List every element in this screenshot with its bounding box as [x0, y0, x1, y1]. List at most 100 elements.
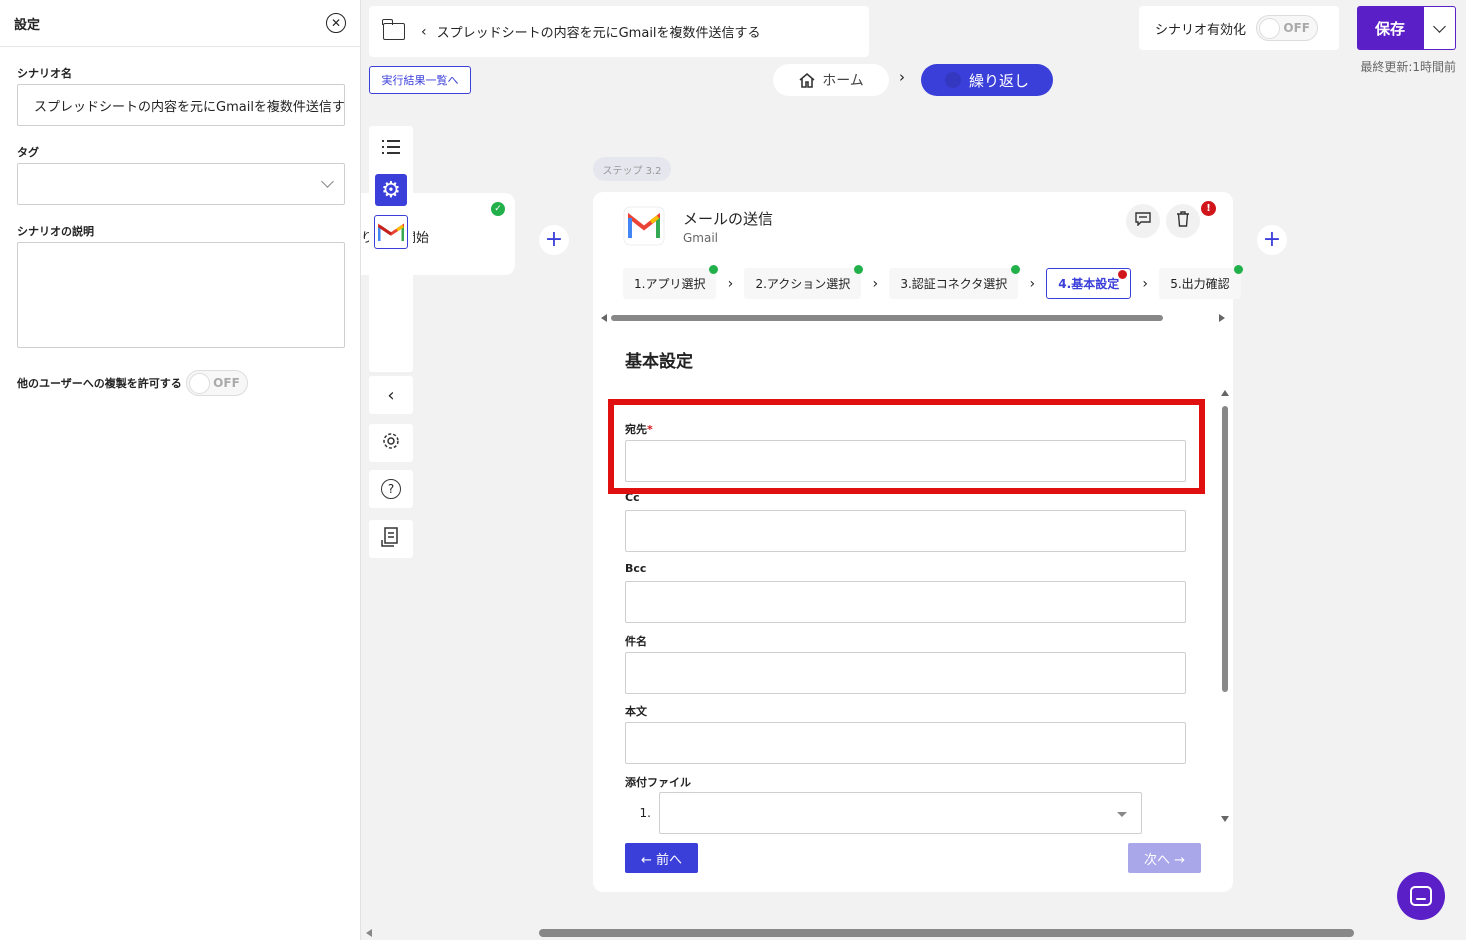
breadcrumb-current[interactable]: 繰り返し: [921, 64, 1053, 96]
collapse-button[interactable]: ‹: [369, 376, 413, 414]
tab-label: 3.認証コネクタ選択: [900, 277, 1008, 291]
gear-icon: [381, 431, 401, 455]
gear-button[interactable]: [369, 424, 413, 462]
breadcrumb-current-label: 繰り返し: [968, 71, 1029, 90]
chat-icon: [1410, 886, 1432, 906]
tab-action-select[interactable]: 2.アクション選択: [744, 265, 864, 299]
plus-icon: +: [544, 227, 564, 252]
breadcrumb-home[interactable]: ホーム: [773, 64, 889, 96]
chevron-down-icon: [321, 175, 334, 188]
scenario-enable-label: シナリオ有効化: [1155, 22, 1247, 38]
tab-label: 4.基本設定: [1058, 277, 1120, 291]
log-button[interactable]: [369, 520, 413, 558]
canvas-scrollbar[interactable]: [361, 926, 1466, 940]
scenario-name-input[interactable]: スプレッドシートの内容を元にGmailを複数件送信する: [17, 84, 345, 126]
allow-copy-row: 他のユーザーへの複製を許可する OFF: [17, 370, 248, 396]
scenario-enable-toggle[interactable]: OFF: [1256, 15, 1319, 41]
description-textarea[interactable]: [17, 242, 345, 348]
step-badge: ステップ 3.2: [593, 157, 671, 181]
step-card: メールの送信 Gmail ! 1.アプリ選択 › 2.アクション選択 › 3.認…: [593, 192, 1243, 892]
scroll-up-icon[interactable]: [1221, 390, 1229, 396]
back-chevron-icon[interactable]: ‹: [421, 24, 427, 40]
settings-view-button[interactable]: ⚙: [374, 173, 408, 207]
to-label: 宛先*: [625, 421, 653, 437]
last-updated: 最終更新:1時間前: [1360, 60, 1456, 74]
gmail-logo-icon: [623, 206, 665, 246]
gear-icon: ⚙: [375, 174, 407, 206]
tab-basic-settings[interactable]: 4.基本設定: [1046, 268, 1132, 299]
add-step-after-button[interactable]: +: [1257, 225, 1287, 255]
toolbar-divider: [369, 373, 413, 374]
chevron-right-icon: ›: [727, 275, 734, 292]
card-subtitle: Gmail: [683, 230, 719, 245]
save-group: 保存: [1357, 6, 1456, 50]
save-dropdown-button[interactable]: [1423, 6, 1456, 50]
home-icon: [798, 72, 815, 88]
breadcrumb-separator-icon: ›: [899, 68, 905, 86]
form-scrollbar[interactable]: [1221, 390, 1231, 822]
chevron-left-icon: ‹: [387, 384, 395, 406]
next-button[interactable]: 次へ →: [1128, 843, 1201, 873]
toggle-knob: [1259, 18, 1281, 39]
to-input[interactable]: [625, 440, 1186, 482]
scenario-path-bar: ‹ スプレッドシートの内容を元にGmailを複数件送信する: [369, 6, 869, 57]
tag-label: タグ: [17, 146, 39, 159]
list-icon: [382, 140, 400, 154]
trash-icon: [1176, 211, 1190, 231]
results-list-button[interactable]: 実行結果一覧へ: [369, 66, 471, 94]
allow-copy-label: 他のユーザーへの複製を許可する: [17, 377, 182, 390]
scenario-name-label: シナリオ名: [17, 67, 72, 80]
card-title: メールの送信: [683, 209, 774, 228]
allow-copy-toggle[interactable]: OFF: [185, 370, 248, 396]
settings-header: 設定 ✕: [0, 0, 360, 47]
chat-button[interactable]: [1397, 872, 1445, 920]
comment-button[interactable]: [1126, 204, 1160, 238]
delete-button[interactable]: [1166, 204, 1200, 238]
list-view-button[interactable]: [374, 130, 408, 164]
check-icon: [854, 265, 864, 274]
scroll-left-icon[interactable]: [601, 314, 607, 322]
scroll-down-icon[interactable]: [1221, 816, 1229, 822]
bcc-input[interactable]: [625, 581, 1186, 623]
step-tabs: 1.アプリ選択 › 2.アクション選択 › 3.認証コネクタ選択 › 4.基本設…: [623, 265, 1243, 299]
add-step-button[interactable]: +: [539, 225, 569, 255]
subject-label: 件名: [625, 635, 647, 648]
attachment-select[interactable]: [659, 792, 1142, 834]
close-icon[interactable]: ✕: [326, 13, 346, 33]
plus-icon: +: [1262, 227, 1282, 252]
tab-output-check[interactable]: 5.出力確認: [1159, 265, 1243, 299]
tab-app-select[interactable]: 1.アプリ選択: [623, 265, 719, 299]
check-icon: [1233, 265, 1243, 274]
cc-input[interactable]: [625, 510, 1186, 552]
scrollbar-thumb[interactable]: [611, 315, 1163, 321]
save-button[interactable]: 保存: [1357, 6, 1423, 50]
description-label: シナリオの説明: [17, 225, 94, 238]
cc-label: Cc: [625, 491, 640, 504]
tag-select[interactable]: [17, 163, 345, 205]
attachment-label: 添付ファイル: [625, 776, 691, 789]
loop-icon: [944, 72, 961, 88]
chevron-down-icon: [1433, 19, 1446, 33]
tab-connector-select[interactable]: 3.認証コネクタ選択: [889, 265, 1021, 299]
gmail-icon: [374, 215, 408, 249]
chevron-right-icon: ›: [1029, 275, 1036, 292]
vertical-toolbar: ⚙: [369, 126, 413, 374]
scrollbar-thumb[interactable]: [539, 929, 1354, 937]
tabs-scrollbar[interactable]: [601, 313, 1225, 323]
required-mark: *: [647, 423, 653, 436]
toggle-state: OFF: [213, 376, 240, 390]
check-icon: [709, 265, 719, 274]
scrollbar-thumb[interactable]: [1222, 406, 1228, 692]
document-icon: [381, 526, 401, 552]
error-icon: [1118, 270, 1128, 279]
scroll-left-icon[interactable]: [366, 929, 372, 937]
folder-icon[interactable]: [382, 19, 405, 40]
prev-button[interactable]: ← 前へ: [625, 843, 698, 873]
subject-input[interactable]: [625, 652, 1186, 694]
help-button[interactable]: ?: [369, 470, 413, 508]
body-input[interactable]: [625, 722, 1186, 764]
scroll-right-icon[interactable]: [1219, 314, 1225, 322]
gmail-app-button[interactable]: [374, 215, 408, 249]
tab-label: 1.アプリ選択: [634, 277, 706, 291]
chevron-right-icon: ›: [872, 275, 879, 292]
